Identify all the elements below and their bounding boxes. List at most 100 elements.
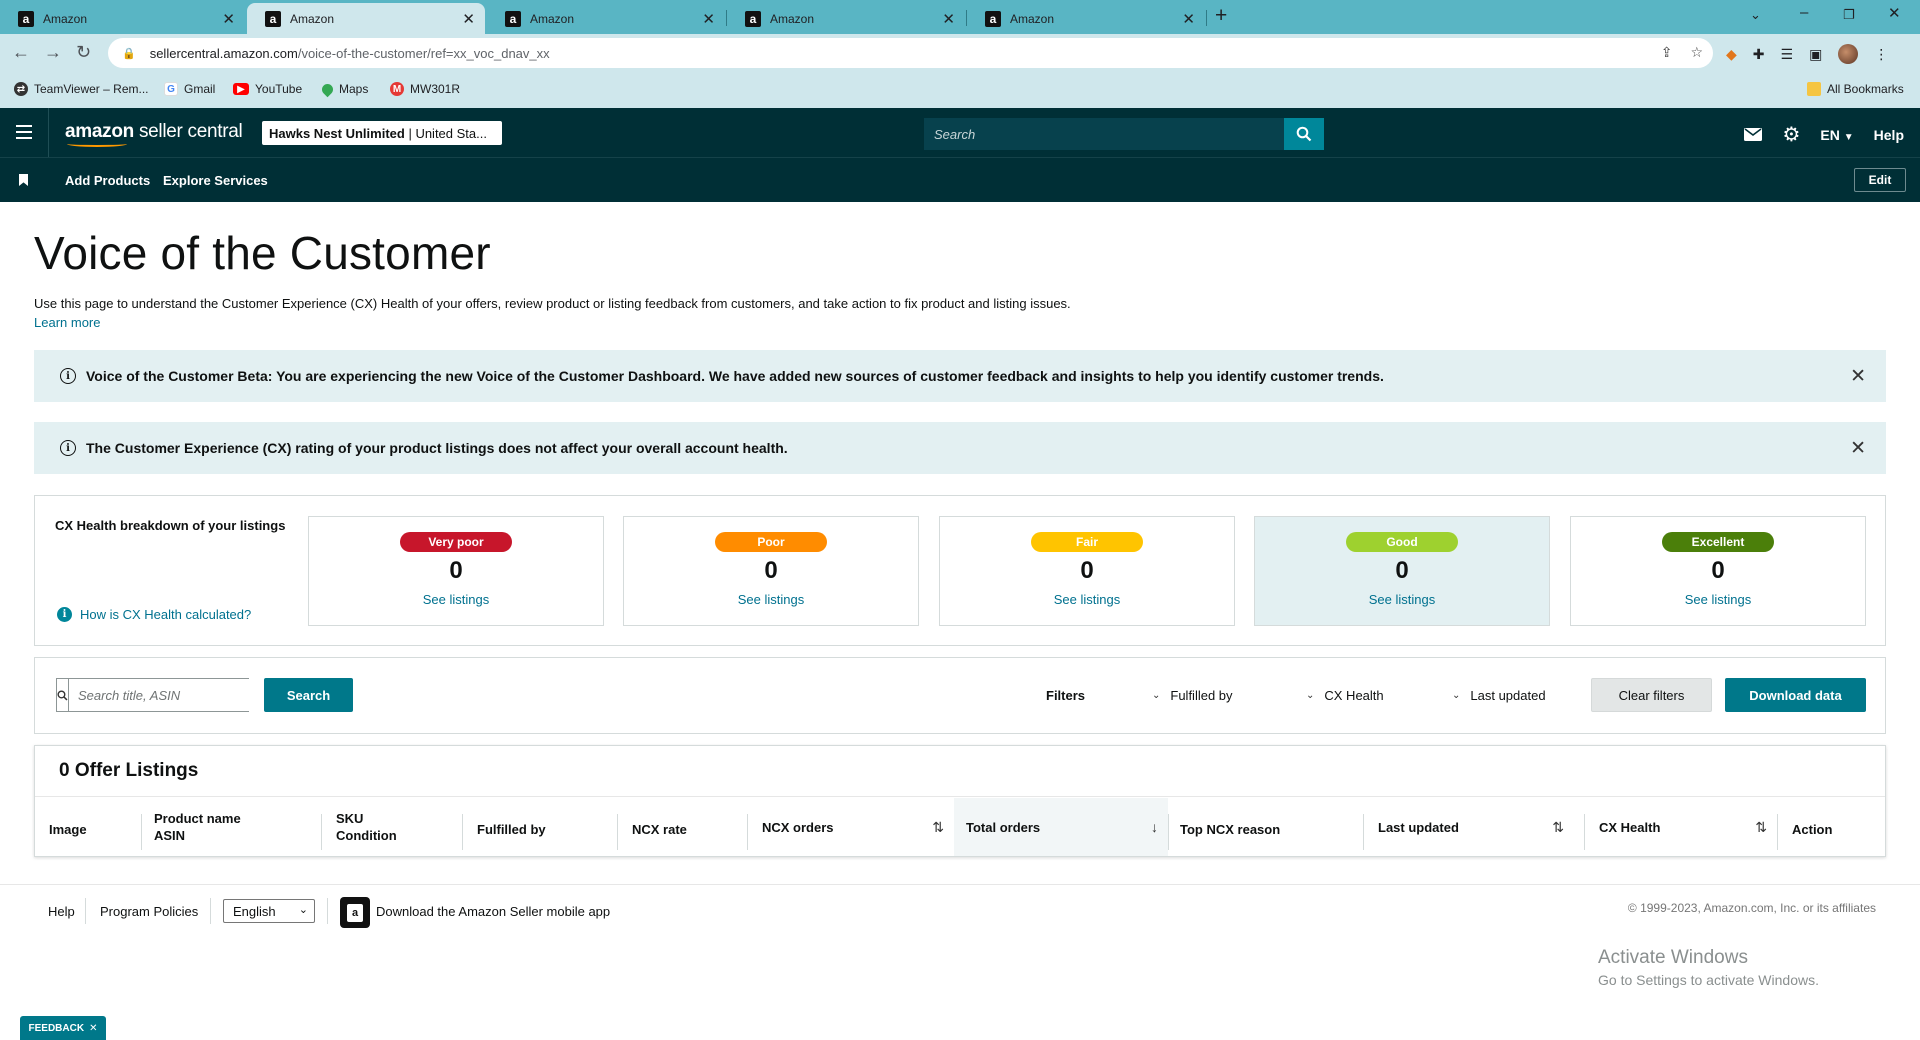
column-header-last-updated[interactable]: Last updated ⇅ [1378, 798, 1574, 856]
browser-tab[interactable]: a Amazon ✕ [727, 3, 965, 34]
folder-icon [1807, 82, 1821, 96]
bookmark-maps[interactable]: Maps [319, 81, 369, 97]
mail-icon[interactable] [1744, 128, 1763, 141]
all-bookmarks[interactable]: All Bookmarks [1807, 82, 1904, 96]
share-icon[interactable]: ⇪ [1661, 44, 1673, 61]
column-header-ncx-rate[interactable]: NCX rate [632, 798, 742, 856]
metamask-fox-icon[interactable]: ◆ [1726, 46, 1737, 63]
url-bar[interactable]: 🔒 sellercentral.amazon.com/voice-of-the-… [108, 38, 1713, 68]
clear-filters-button[interactable]: Clear filters [1591, 678, 1712, 712]
account-switcher[interactable]: Hawks Nest Unlimited | United Sta... [262, 121, 502, 145]
amazon-seller-central-logo[interactable]: amazon seller central [65, 121, 243, 147]
see-listings-link[interactable]: See listings [738, 592, 804, 607]
dropdown-label: Last updated [1470, 688, 1546, 703]
cx-health-how-link[interactable]: i How is CX Health calculated? [57, 607, 251, 622]
cx-count: 0 [449, 557, 463, 584]
window-close-icon[interactable]: ✕ [1888, 4, 1901, 22]
bookmark-label: Maps [339, 82, 369, 96]
header-divider [48, 108, 49, 157]
browser-tab[interactable]: a Amazon ✕ [487, 3, 725, 34]
download-data-button[interactable]: Download data [1725, 678, 1866, 712]
search-icon [57, 679, 69, 711]
info-icon: i [60, 368, 76, 384]
bookmark-mw301r[interactable]: M MW301R [390, 82, 460, 96]
bookmark-teamviewer[interactable]: ⇄ TeamViewer – Rem... [14, 82, 149, 96]
media-queue-icon[interactable]: ☰ [1781, 46, 1794, 63]
status-badge: Excellent [1662, 532, 1774, 552]
browser-tab[interactable]: a Amazon ✕ [0, 3, 245, 34]
filters-label: Filters [1046, 688, 1086, 703]
footer-help-link[interactable]: Help [48, 904, 75, 919]
browser-tab-active[interactable]: a Amazon ✕ [247, 3, 485, 34]
close-icon[interactable]: ✕ [702, 10, 715, 28]
alert-text: The Customer Experience (CX) rating of y… [86, 440, 788, 456]
extensions-puzzle-icon[interactable]: ✚ [1753, 46, 1765, 63]
reload-icon[interactable]: ↻ [76, 42, 91, 63]
profile-avatar[interactable] [1838, 44, 1859, 64]
column-sublabel: Condition [336, 828, 397, 843]
column-header-product-name[interactable]: Product name ASIN [154, 798, 324, 856]
column-header-cx-health[interactable]: CX Health ⇅ [1599, 798, 1777, 856]
close-icon[interactable]: ✕ [1182, 10, 1195, 28]
more-vertical-icon[interactable]: ⋮ [1874, 46, 1888, 63]
listing-search-input[interactable] [69, 679, 256, 711]
footer-language-select[interactable]: English ⌄ [223, 899, 315, 923]
minimize-icon[interactable]: – [1800, 4, 1808, 21]
status-badge: Good [1346, 532, 1458, 552]
header-search-button[interactable] [1284, 118, 1324, 150]
download-app-link[interactable]: Download the Amazon Seller mobile app [376, 904, 610, 919]
footer-program-policies-link[interactable]: Program Policies [100, 904, 198, 919]
learn-more-link[interactable]: Learn more [34, 315, 100, 330]
sort-both-icon[interactable]: ⇅ [1755, 819, 1767, 836]
activate-windows-subtitle: Go to Settings to activate Windows. [1598, 972, 1819, 988]
cx-health-dropdown[interactable]: ⌄ CX Health [1306, 688, 1384, 703]
see-listings-link[interactable]: See listings [1369, 592, 1435, 607]
star-bookmark-icon[interactable]: ☆ [1690, 44, 1703, 61]
bookmark-gmail[interactable]: G Gmail [164, 82, 215, 96]
sort-both-icon[interactable]: ⇅ [932, 819, 944, 836]
close-icon[interactable]: ✕ [942, 10, 955, 28]
header-search-input[interactable] [924, 118, 1284, 150]
column-header-total-orders[interactable]: Total orders ↓ [954, 798, 1168, 856]
close-icon[interactable]: ✕ [462, 10, 475, 28]
new-tab-plus-icon[interactable]: + [1215, 4, 1227, 28]
tab-search-chevron-icon[interactable]: ⌄ [1750, 7, 1761, 23]
logo-sub-text: seller central [138, 121, 243, 142]
see-listings-link[interactable]: See listings [1054, 592, 1120, 607]
feedback-tab[interactable]: FEEDBACK ✕ [20, 1016, 106, 1040]
settings-gear-icon[interactable]: ⚙ [1782, 122, 1800, 147]
see-listings-link[interactable]: See listings [423, 592, 489, 607]
column-header-sku[interactable]: SKU Condition [336, 798, 486, 856]
search-button[interactable]: Search [264, 678, 353, 712]
column-header-fulfilled-by[interactable]: Fulfilled by [477, 798, 607, 856]
tab-title: Amazon [43, 11, 88, 26]
help-link[interactable]: Help [1874, 127, 1904, 143]
subnav-add-products[interactable]: Add Products [65, 173, 150, 188]
cx-rating-alert: i The Customer Experience (CX) rating of… [34, 422, 1886, 474]
close-icon[interactable]: ✕ [222, 10, 235, 28]
cx-count: 0 [1711, 557, 1725, 584]
sidepanel-icon[interactable]: ▣ [1809, 46, 1822, 63]
sort-descending-arrow-icon[interactable]: ↓ [1151, 819, 1158, 836]
forward-arrow-icon[interactable]: → [44, 42, 62, 63]
close-icon[interactable]: ✕ [1850, 437, 1866, 460]
last-updated-dropdown[interactable]: ⌄ Last updated [1452, 688, 1546, 703]
browser-tab[interactable]: a Amazon ✕ [967, 3, 1205, 34]
amazon-seller-app-icon[interactable]: a [340, 897, 370, 928]
see-listings-link[interactable]: See listings [1685, 592, 1751, 607]
column-label: SKU [336, 811, 364, 826]
column-header-top-ncx-reason[interactable]: Top NCX reason [1180, 798, 1340, 856]
language-selector[interactable]: EN ▼ [1820, 127, 1853, 143]
sort-both-icon[interactable]: ⇅ [1552, 819, 1564, 836]
bookmark-icon[interactable] [19, 174, 28, 186]
hamburger-menu-icon[interactable] [16, 125, 32, 143]
fulfilled-by-dropdown[interactable]: ⌄ Fulfilled by [1152, 688, 1233, 703]
back-arrow-icon[interactable]: ← [12, 42, 30, 63]
close-icon[interactable]: ✕ [89, 1023, 97, 1034]
column-header-ncx-orders[interactable]: NCX orders ⇅ [762, 798, 954, 856]
edit-nav-button[interactable]: Edit [1854, 168, 1906, 192]
restore-icon[interactable]: ❐ [1843, 7, 1855, 23]
subnav-explore-services[interactable]: Explore Services [163, 173, 268, 188]
close-icon[interactable]: ✕ [1850, 365, 1866, 388]
bookmark-youtube[interactable]: ▶ YouTube [233, 82, 302, 96]
